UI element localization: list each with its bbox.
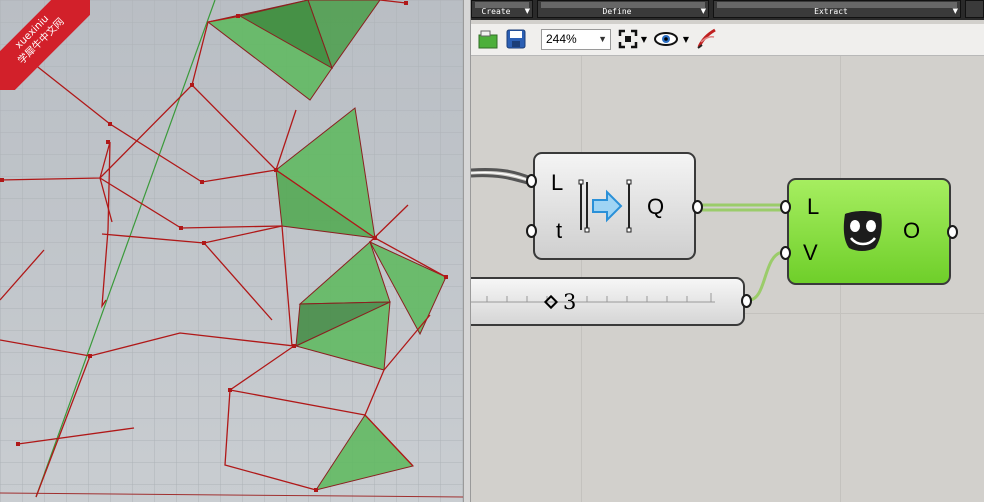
curve-point xyxy=(202,241,206,245)
slider-track[interactable] xyxy=(471,289,719,305)
watermark-ribbon: xuexiniu 学犀牛中文网 xyxy=(0,0,90,90)
mask-component[interactable]: L V O xyxy=(780,178,958,285)
output-label-o: O xyxy=(903,218,921,243)
curve-point xyxy=(200,180,204,184)
curve-point xyxy=(404,1,408,5)
output-port-q[interactable] xyxy=(692,200,703,214)
number-slider[interactable]: 3 xyxy=(471,277,752,326)
curve-point xyxy=(108,122,112,126)
input-port-l[interactable] xyxy=(780,200,791,214)
slider-value: 3 xyxy=(563,290,577,314)
curve-point xyxy=(179,226,183,230)
input-label-l: L xyxy=(807,194,820,219)
wire-incoming xyxy=(471,174,532,186)
extend-curve-component[interactable]: L t Q xyxy=(526,152,703,260)
smiley-mask-icon xyxy=(841,210,885,256)
curve-point xyxy=(274,168,278,172)
wire-slider-to-v xyxy=(748,250,784,302)
input-label-t: t xyxy=(556,218,563,243)
input-label-v: V xyxy=(803,240,818,265)
curve-point xyxy=(88,354,92,358)
curve-point xyxy=(236,14,240,18)
curve-point xyxy=(444,275,448,279)
curve-point xyxy=(228,388,232,392)
curve-point xyxy=(314,488,318,492)
grasshopper-editor: Create ▼ Define ▼ Extract ▼ 244% ▼ ▼ ▼ L… xyxy=(471,0,984,502)
panel-splitter[interactable] xyxy=(463,0,471,502)
input-label-l: L xyxy=(551,170,564,195)
rhino-viewport[interactable]: xuexiniu 学犀牛中文网 xyxy=(0,0,463,502)
input-port-t[interactable] xyxy=(526,224,537,238)
input-port-l[interactable] xyxy=(526,174,537,188)
output-port-slider[interactable] xyxy=(741,294,752,308)
curve-point xyxy=(106,140,110,144)
curve-point xyxy=(292,344,296,348)
curve-point xyxy=(16,442,20,446)
curve-point xyxy=(0,178,4,182)
curve-point xyxy=(190,83,194,87)
output-port-o[interactable] xyxy=(947,225,958,239)
output-label-q: Q xyxy=(647,194,665,219)
line-extend-arrow-icon xyxy=(577,178,635,238)
input-port-v[interactable] xyxy=(780,246,791,260)
curve-point xyxy=(373,236,377,240)
